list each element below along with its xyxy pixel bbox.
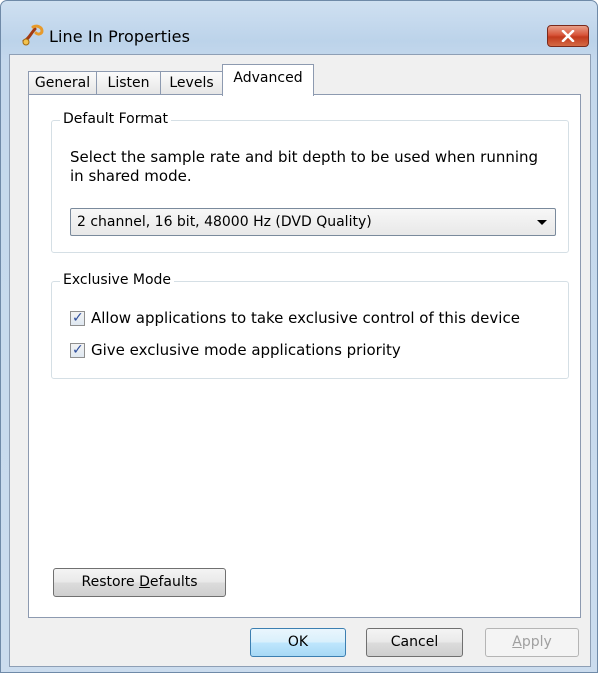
checkbox-box[interactable]: ✓: [70, 309, 85, 326]
apply-button[interactable]: Apply: [485, 628, 579, 657]
default-format-group: Default Format Select the sample rate an…: [51, 111, 569, 253]
checkmark-icon: ✓: [72, 341, 84, 358]
restore-defaults-label: Restore: [81, 574, 140, 590]
close-icon: [561, 27, 575, 46]
chevron-down-icon: [537, 220, 547, 225]
exclusive-priority-label: Give exclusive mode applications priorit…: [91, 341, 401, 359]
apply-label-rest: pply: [521, 634, 552, 650]
window-title: Line In Properties: [49, 27, 191, 46]
tab-levels[interactable]: Levels: [160, 71, 223, 95]
restore-defaults-button[interactable]: Restore Defaults: [53, 568, 226, 597]
tab-listen[interactable]: Listen: [96, 71, 161, 95]
sample-rate-selected: 2 channel, 16 bit, 48000 Hz (DVD Quality…: [77, 214, 372, 230]
title-bar[interactable]: Line In Properties: [1, 1, 597, 47]
tab-general[interactable]: General: [28, 71, 97, 95]
restore-defaults-label-rest: efaults: [149, 574, 198, 590]
exclusive-priority-checkbox[interactable]: ✓ Give exclusive mode applications prior…: [70, 340, 401, 360]
apply-mnemonic: A: [512, 634, 522, 650]
checkbox-box[interactable]: ✓: [70, 341, 85, 358]
close-button[interactable]: [547, 25, 589, 47]
advanced-tab-page: Default Format Select the sample rate an…: [28, 94, 581, 618]
default-format-title: Default Format: [60, 111, 171, 127]
sample-rate-dropdown[interactable]: 2 channel, 16 bit, 48000 Hz (DVD Quality…: [70, 208, 556, 236]
ok-button[interactable]: OK: [250, 628, 346, 657]
allow-exclusive-control-label: Allow applications to take exclusive con…: [91, 309, 520, 327]
exclusive-mode-group: Exclusive Mode ✓ Allow applications to t…: [51, 272, 569, 379]
speaker-icon: [21, 23, 45, 47]
default-format-description: Select the sample rate and bit depth to …: [70, 148, 539, 185]
properties-window: Line In Properties General Listen Levels…: [0, 0, 598, 673]
exclusive-mode-title: Exclusive Mode: [60, 272, 175, 288]
restore-defaults-mnemonic: D: [139, 574, 150, 590]
allow-exclusive-control-checkbox[interactable]: ✓ Allow applications to take exclusive c…: [70, 308, 520, 328]
cancel-button[interactable]: Cancel: [366, 628, 463, 657]
dialog-client-area: General Listen Levels Advanced Default F…: [9, 54, 591, 667]
checkmark-icon: ✓: [72, 309, 84, 326]
tab-advanced[interactable]: Advanced: [222, 64, 314, 96]
